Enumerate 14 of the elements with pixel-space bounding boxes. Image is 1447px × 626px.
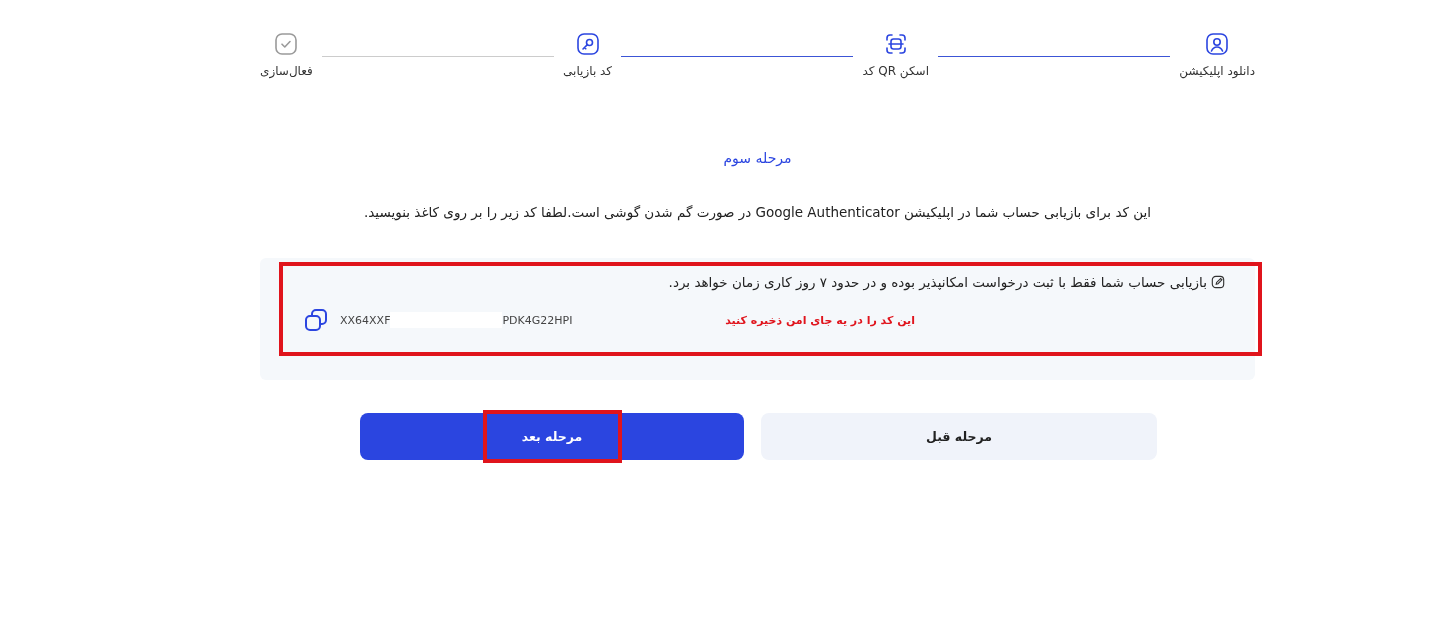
step-label: اسکن QR کد	[862, 64, 929, 78]
step-heading: مرحله سوم	[722, 150, 793, 166]
description-text: این کد برای بازیابی حساب شما در اپلیکیشن Google Authenticator در صورت گم شدن گوشی است.لطفا کد زیر را بر روی کاغذ بنویسید.	[363, 204, 1152, 220]
next-button[interactable]: مرحله بعد	[482, 410, 622, 463]
annotation-text: این کد را در یه جای امن ذخیره کنید	[725, 313, 915, 327]
code-text: PDK4G22HPI	[502, 313, 573, 327]
code-text: XX64XXF	[340, 313, 391, 327]
notice-text: بازیابی حساب شما فقط با ثبت درخواست امکانپذیر بوده و در حدود ۷ روز کاری زمان خواهد برد.	[668, 274, 1207, 290]
step-label: فعال‌سازی	[260, 64, 313, 78]
copy-icon[interactable]	[304, 308, 328, 332]
step-label: دانلود اپلیکیشن	[1179, 64, 1255, 78]
back-button[interactable]: مرحله قبل	[761, 413, 1157, 460]
edit-icon	[1211, 275, 1225, 289]
step-label: کد بازیابی	[563, 64, 613, 78]
